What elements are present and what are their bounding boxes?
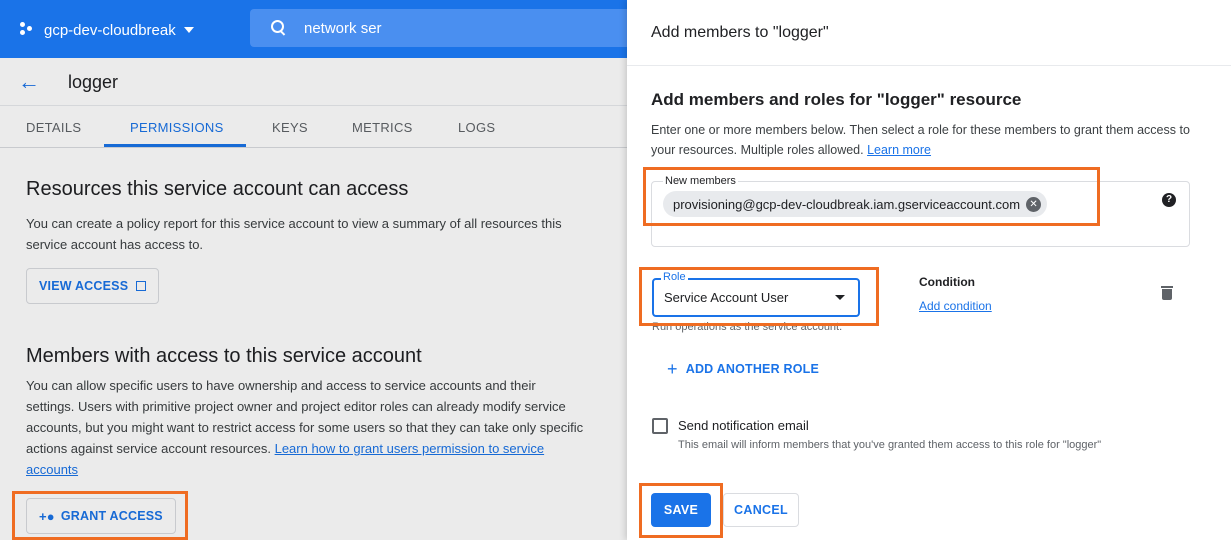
plus-icon: + bbox=[667, 359, 678, 379]
add-another-role-label: ADD ANOTHER ROLE bbox=[685, 362, 820, 376]
highlight-role bbox=[639, 267, 879, 326]
search-input[interactable]: network ser bbox=[304, 20, 382, 37]
chevron-down-icon bbox=[183, 27, 194, 33]
search-icon bbox=[270, 19, 288, 37]
project-name: gcp-dev-cloudbreak bbox=[44, 21, 176, 39]
notification-description: This email will inform members that you'… bbox=[678, 439, 1102, 451]
section-description: Enter one or more members below. Then se… bbox=[651, 120, 1211, 160]
project-selector[interactable]: gcp-dev-cloudbreak bbox=[20, 20, 194, 40]
delete-icon[interactable] bbox=[1161, 286, 1173, 300]
condition-label: Condition bbox=[919, 275, 975, 289]
section-title: Add members and roles for "logger" resou… bbox=[651, 90, 1022, 109]
top-bar: gcp-dev-cloudbreak network ser bbox=[0, 0, 627, 58]
search-bar[interactable]: network ser bbox=[250, 9, 627, 47]
project-icon bbox=[20, 22, 40, 38]
modal-scrim bbox=[0, 58, 627, 540]
learn-more-link[interactable]: Learn more bbox=[867, 143, 931, 157]
highlight-grant-access bbox=[12, 491, 188, 540]
notification-label: Send notification email bbox=[678, 418, 809, 433]
add-another-role-button[interactable]: + ADD ANOTHER ROLE bbox=[667, 359, 820, 379]
console-page: gcp-dev-cloudbreak network ser ← logger … bbox=[0, 0, 627, 540]
panel-title: Add members to "logger" bbox=[651, 24, 829, 41]
help-icon[interactable]: ? bbox=[1162, 193, 1176, 207]
cancel-button[interactable]: CANCEL bbox=[723, 493, 799, 527]
notification-checkbox[interactable] bbox=[652, 418, 668, 434]
highlight-new-members bbox=[643, 167, 1100, 226]
panel-header: Add members to "logger" bbox=[627, 0, 1231, 66]
add-members-panel: Add members to "logger" Add members and … bbox=[627, 0, 1231, 540]
add-condition-link[interactable]: Add condition bbox=[919, 299, 992, 313]
highlight-save bbox=[639, 483, 723, 538]
